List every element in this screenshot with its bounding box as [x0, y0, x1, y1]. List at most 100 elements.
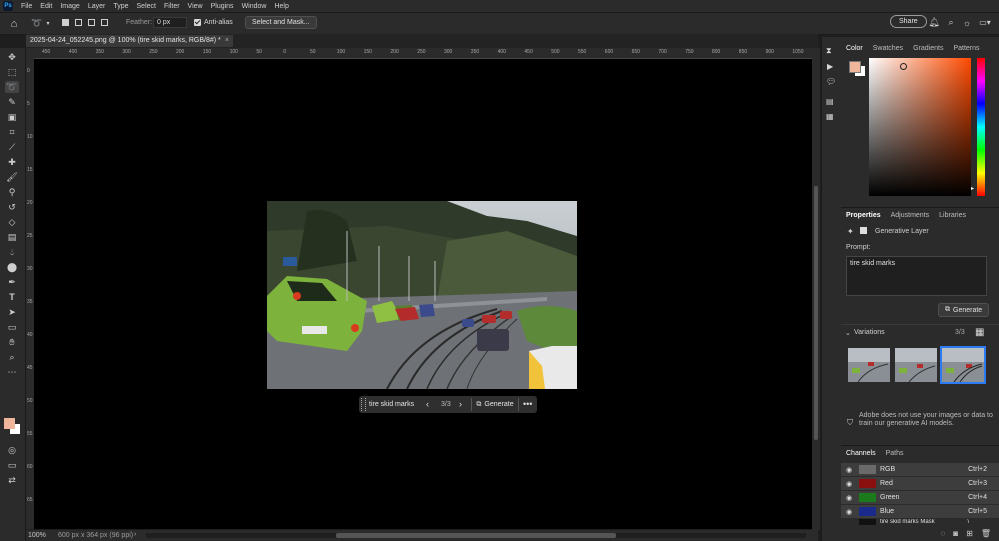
- menu-file[interactable]: File: [17, 3, 36, 10]
- subtract-selection-icon[interactable]: [88, 19, 95, 26]
- tab-channels[interactable]: Channels: [841, 450, 881, 457]
- context-generate-button[interactable]: ⧉ Generate: [471, 398, 519, 411]
- menu-edit[interactable]: Edit: [36, 3, 56, 10]
- channel-row-rgb[interactable]: ◉ RGB Ctrl+2: [841, 463, 999, 476]
- generate-button[interactable]: ⧉ Generate: [938, 303, 990, 317]
- new-channel-icon[interactable]: ⊞: [966, 529, 973, 538]
- home-icon[interactable]: ⌂: [7, 17, 21, 30]
- color-picker-field[interactable]: [869, 58, 971, 196]
- eraser-tool-icon[interactable]: ◇: [5, 216, 19, 228]
- rectangle-tool-icon[interactable]: ▭: [5, 321, 19, 333]
- canvas-vertical-scrollbar[interactable]: [812, 48, 820, 530]
- zoom-level[interactable]: 100%: [28, 532, 46, 539]
- drag-handle-icon[interactable]: [361, 398, 366, 411]
- horizontal-scrollbar[interactable]: [146, 533, 806, 538]
- layers-icon[interactable]: ▤: [826, 97, 834, 106]
- tab-adjustments[interactable]: Adjustments: [886, 212, 935, 219]
- new-selection-icon[interactable]: [62, 19, 69, 26]
- tab-libraries[interactable]: Libraries: [934, 212, 971, 219]
- antialias-checkbox[interactable]: Anti-alias: [194, 19, 233, 26]
- more-tools-icon[interactable]: ⋯: [5, 366, 19, 378]
- quick-mask-icon[interactable]: ◎: [5, 444, 19, 456]
- close-tab-icon[interactable]: ×: [225, 35, 229, 47]
- document-tab[interactable]: 2025-04-24_052245.png @ 100% (tire skid …: [26, 35, 233, 47]
- status-menu-chevron-icon[interactable]: ›: [134, 531, 136, 538]
- menu-image[interactable]: Image: [56, 3, 83, 10]
- share-button[interactable]: Share: [890, 15, 927, 28]
- pen-tool-icon[interactable]: ✒: [5, 276, 19, 288]
- load-selection-icon[interactable]: ◌: [941, 529, 946, 538]
- lasso-tool-icon[interactable]: ➰: [5, 81, 19, 93]
- eye-icon[interactable]: ◉: [844, 466, 854, 474]
- gradient-tool-icon[interactable]: ▤: [5, 231, 19, 243]
- menu-window[interactable]: Window: [238, 3, 271, 10]
- tab-paths[interactable]: Paths: [881, 450, 909, 457]
- type-tool-icon[interactable]: T: [5, 291, 19, 303]
- share-doc-icon[interactable]: ⇄: [5, 474, 19, 486]
- marquee-tool-icon[interactable]: ⬚: [5, 66, 19, 78]
- blur-tool-icon[interactable]: 💧︎: [5, 246, 19, 258]
- healing-brush-tool-icon[interactable]: ✚: [5, 156, 19, 168]
- screen-mode-icon[interactable]: ▭: [5, 459, 19, 471]
- channel-row-red[interactable]: ◉ Red Ctrl+3: [841, 477, 999, 490]
- color-picker-handle[interactable]: [900, 63, 907, 70]
- object-select-tool-icon[interactable]: ▣: [5, 111, 19, 123]
- zoom-tool-icon[interactable]: ⌕: [5, 351, 19, 363]
- save-selection-icon[interactable]: ◙: [953, 529, 958, 538]
- hue-slider[interactable]: [977, 58, 985, 196]
- foreground-color-chip[interactable]: [4, 418, 15, 429]
- scrollbar-thumb[interactable]: [814, 186, 818, 440]
- hue-slider-pointer-icon[interactable]: ▸: [971, 185, 974, 192]
- path-selection-tool-icon[interactable]: ➤: [5, 306, 19, 318]
- trash-icon[interactable]: 🗑︎: [981, 529, 991, 538]
- stamp-tool-icon[interactable]: ⚲: [5, 186, 19, 198]
- history-icon[interactable]: ⧗: [826, 46, 832, 56]
- chevron-down-icon[interactable]: ▾: [44, 17, 52, 30]
- history-brush-tool-icon[interactable]: ↺: [5, 201, 19, 213]
- tab-gradients[interactable]: Gradients: [908, 45, 948, 52]
- lightbulb-icon[interactable]: ☼: [961, 16, 973, 29]
- eye-icon[interactable]: ◉: [844, 494, 854, 502]
- document-image[interactable]: [267, 201, 577, 389]
- document-info[interactable]: 600 px x 364 px (96 ppi): [58, 532, 133, 539]
- menu-layer[interactable]: Layer: [84, 3, 110, 10]
- prompt-textarea[interactable]: tire skid marks: [846, 256, 987, 296]
- variation-thumb-1[interactable]: [848, 348, 890, 382]
- move-tool-icon[interactable]: ✥: [5, 51, 19, 63]
- notes-icon[interactable]: ▦: [826, 112, 834, 121]
- grid-view-icon[interactable]: ▦: [975, 327, 984, 338]
- add-selection-icon[interactable]: [75, 19, 82, 26]
- menu-select[interactable]: Select: [133, 3, 160, 10]
- brush-tool-icon[interactable]: 🖌︎: [5, 171, 19, 183]
- tab-patterns[interactable]: Patterns: [948, 45, 984, 52]
- eye-icon[interactable]: ◉: [844, 508, 854, 516]
- more-options-icon[interactable]: •••: [523, 399, 532, 409]
- horizontal-scrollbar-thumb[interactable]: [336, 533, 616, 538]
- context-prompt-text[interactable]: tire skid marks: [369, 401, 414, 408]
- quick-select-tool-icon[interactable]: ✎: [5, 96, 19, 108]
- tab-swatches[interactable]: Swatches: [868, 45, 908, 52]
- next-variation-icon[interactable]: ›: [459, 399, 462, 409]
- eyedropper-tool-icon[interactable]: ⟋: [5, 141, 19, 153]
- menu-filter[interactable]: Filter: [160, 3, 184, 10]
- search-icon[interactable]: ⌕: [945, 16, 957, 29]
- hand-tool-icon[interactable]: ✋︎: [5, 336, 19, 348]
- bell-icon[interactable]: 🔔︎: [928, 16, 940, 29]
- menu-type[interactable]: Type: [109, 3, 132, 10]
- tab-color[interactable]: Color: [841, 45, 868, 52]
- intersect-selection-icon[interactable]: [101, 19, 108, 26]
- actions-play-icon[interactable]: ▶: [827, 62, 833, 71]
- tab-properties[interactable]: Properties: [841, 212, 886, 219]
- menu-view[interactable]: View: [184, 3, 207, 10]
- eye-icon[interactable]: ◉: [844, 480, 854, 488]
- feather-input[interactable]: 0 px: [153, 17, 187, 28]
- crop-tool-icon[interactable]: ⌗: [5, 126, 19, 138]
- channel-row-blue[interactable]: ◉ Blue Ctrl+5: [841, 505, 999, 518]
- lasso-tool-icon[interactable]: ➰: [30, 17, 44, 30]
- variation-thumb-3-selected[interactable]: [940, 346, 986, 384]
- select-and-mask-button[interactable]: Select and Mask...: [245, 16, 317, 29]
- dodge-tool-icon[interactable]: ⬤: [5, 261, 19, 273]
- comments-icon[interactable]: 💬︎: [826, 77, 836, 86]
- channel-row-green[interactable]: ◉ Green Ctrl+4: [841, 491, 999, 504]
- previous-variation-icon[interactable]: ‹: [426, 399, 429, 409]
